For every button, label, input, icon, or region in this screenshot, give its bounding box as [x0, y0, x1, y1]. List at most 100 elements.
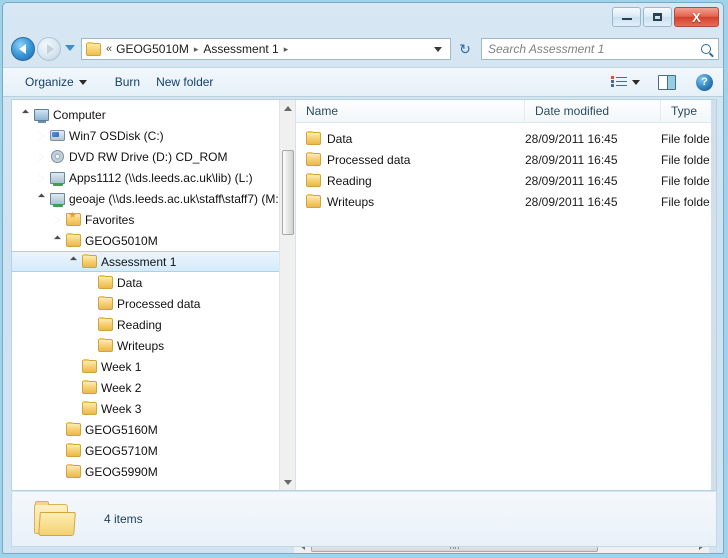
tree-item[interactable]: Computer [12, 104, 295, 125]
help-icon: ? [701, 76, 708, 88]
tree-item[interactable]: Week 3 [12, 398, 295, 419]
expander-open-icon[interactable] [50, 235, 64, 243]
file-date-cell: 28/09/2011 16:45 [525, 173, 618, 188]
close-button[interactable]: X [674, 7, 719, 27]
status-bar: 4 items [11, 492, 717, 547]
tree-item[interactable]: Reading [12, 314, 295, 335]
breadcrumb-item-geog5010m[interactable]: GEOG5010M [116, 42, 189, 56]
address-bar[interactable]: « GEOG5010M ▸ Assessment 1 ▸ [81, 38, 451, 60]
table-row[interactable]: Writeups 28/09/2011 16:45 File folde [296, 191, 716, 212]
tree-vertical-scrollbar[interactable] [279, 100, 295, 490]
column-header-type[interactable]: Type [661, 100, 716, 122]
tree-item-label: Data [117, 275, 143, 290]
tree-item-label: geoaje (\\ds.leeds.ac.uk\staff\staff7) (… [69, 191, 283, 206]
tree-item[interactable]: Favorites [12, 209, 295, 230]
tree-item-label: GEOG5160M [85, 422, 158, 437]
open-folder-icon [34, 501, 76, 536]
tree-item-label: Reading [117, 317, 162, 332]
tree-item[interactable]: DVD RW Drive (D:) CD_ROM [12, 146, 295, 167]
minimize-button[interactable] [612, 7, 641, 27]
file-rows: Data 28/09/2011 16:45 File folde Processed … [296, 128, 716, 212]
address-dropdown-icon[interactable] [434, 46, 442, 52]
table-row[interactable]: Reading 28/09/2011 16:45 File folde [296, 170, 716, 191]
change-view-button[interactable] [603, 72, 648, 93]
list-vertical-scrollbar[interactable] [711, 100, 716, 490]
refresh-button[interactable]: ↻ [455, 39, 475, 59]
column-header-date-modified[interactable]: Date modified [525, 100, 661, 122]
file-date-cell: 28/09/2011 16:45 [525, 131, 618, 146]
file-type-cell: File folde [661, 194, 710, 209]
tree-item[interactable]: Win7 OSDisk (C:) [12, 125, 295, 146]
new-folder-button[interactable]: New folder [148, 71, 221, 93]
search-input[interactable]: Search Assessment 1 [488, 42, 701, 56]
expander-open-icon[interactable] [34, 193, 48, 201]
history-dropdown-icon[interactable] [65, 45, 75, 51]
tree-item-label: Week 1 [101, 359, 142, 374]
tree-item[interactable]: Apps1112 (\\ds.leeds.ac.uk\lib) (L:) [12, 167, 295, 188]
folder-icon [306, 173, 321, 187]
table-row[interactable]: Processed data 28/09/2011 16:45 File folde [296, 149, 716, 170]
search-icon [701, 44, 711, 54]
file-name-cell: Data [296, 131, 525, 146]
folder-icon [306, 194, 321, 208]
new-folder-label: New folder [156, 75, 214, 89]
preview-pane-button[interactable] [650, 71, 684, 94]
tree-item[interactable]: Week 1 [12, 356, 295, 377]
organize-button[interactable]: Organize [17, 71, 95, 93]
item-count-label: 4 items [104, 512, 143, 526]
tree-item[interactable]: GEOG5710M [12, 440, 295, 461]
breadcrumb-overflow[interactable]: « [106, 43, 112, 55]
tree-item-label: Favorites [85, 212, 135, 227]
folder-icon [80, 359, 98, 373]
file-list-pane[interactable]: Name Date modified Type Data 28/09/2011 1… [296, 100, 716, 490]
tree-item[interactable]: Processed data [12, 293, 295, 314]
file-date-cell: 28/09/2011 16:45 [525, 194, 618, 209]
maximize-button[interactable] [643, 7, 672, 27]
expander-closed-icon[interactable] [34, 173, 48, 182]
tree-item[interactable]: Assessment 1 [12, 251, 295, 272]
file-date-cell: 28/09/2011 16:45 [525, 152, 618, 167]
breadcrumb-separator-icon[interactable]: ▸ [284, 44, 289, 55]
tree-item-label: Processed data [117, 296, 201, 311]
network-drive-icon [48, 171, 66, 186]
tree-scrollbar-thumb[interactable] [282, 150, 294, 235]
file-name-label: Writeups [327, 194, 375, 209]
column-header-name[interactable]: Name [296, 100, 525, 122]
scroll-down-button[interactable] [280, 474, 295, 490]
tree-item-label: Computer [53, 107, 106, 122]
close-icon: X [692, 9, 701, 25]
forward-button[interactable] [37, 37, 61, 61]
file-name-label: Data [327, 131, 353, 146]
tree-item[interactable]: Week 2 [12, 377, 295, 398]
search-box[interactable]: Search Assessment 1 [481, 38, 719, 60]
navigation-pane[interactable]: Computer Win7 OSDisk (C:) DVD RW Drive (D:… [12, 100, 295, 490]
folder-icon [80, 254, 98, 268]
tree-item[interactable]: Writeups [12, 335, 295, 356]
table-row[interactable]: Data 28/09/2011 16:45 File folde [296, 128, 716, 149]
file-type-cell: File folde [661, 173, 710, 188]
breadcrumb-separator-icon[interactable]: ▸ [194, 44, 199, 55]
tree-item[interactable]: Data [12, 272, 295, 293]
tree-item-label: DVD RW Drive (D:) CD_ROM [69, 149, 228, 164]
burn-button[interactable]: Burn [107, 71, 148, 93]
command-toolbar: Organize Burn New folder ? [3, 67, 723, 97]
folder-tree: Computer Win7 OSDisk (C:) DVD RW Drive (D:… [12, 104, 295, 482]
expander-open-icon[interactable] [66, 256, 80, 264]
folder-icon [96, 275, 114, 289]
expander-closed-icon[interactable] [50, 215, 64, 224]
scroll-up-button[interactable] [280, 100, 295, 116]
tree-item-label: GEOG5990M [85, 464, 158, 479]
tree-item[interactable]: GEOG5010M [12, 230, 295, 251]
tree-item[interactable]: geoaje (\\ds.leeds.ac.uk\staff\staff7) (… [12, 188, 295, 209]
help-button[interactable]: ? [696, 73, 713, 91]
expander-closed-icon[interactable] [34, 131, 48, 140]
breadcrumb-item-assessment-1[interactable]: Assessment 1 [203, 42, 278, 56]
back-button[interactable] [11, 37, 35, 61]
tree-item[interactable]: GEOG5160M [12, 419, 295, 440]
expander-open-icon[interactable] [18, 109, 32, 117]
file-name-label: Reading [327, 173, 372, 188]
tree-item-label: GEOG5010M [85, 233, 158, 248]
network-drive-icon [48, 192, 66, 207]
tree-item[interactable]: GEOG5990M [12, 461, 295, 482]
expander-closed-icon[interactable] [34, 152, 48, 161]
